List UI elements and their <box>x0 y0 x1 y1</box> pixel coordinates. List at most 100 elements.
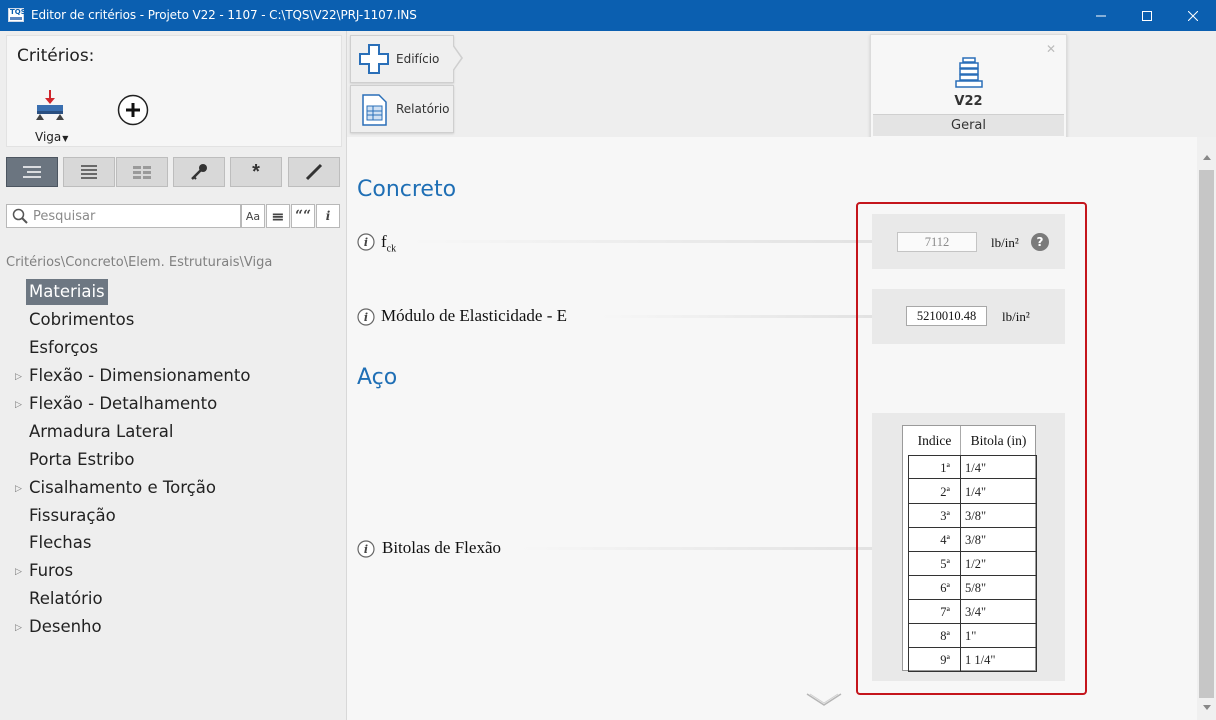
title-bar: Editor de critérios - Projeto V22 - 1107… <box>0 0 1216 31</box>
expand-arrow-icon[interactable]: ▷ <box>15 558 22 584</box>
help-icon[interactable]: ? <box>1031 233 1049 251</box>
ribbon-area <box>347 31 1216 137</box>
report-icon <box>362 94 387 126</box>
viga-dropdown-button[interactable]: Viga▼ <box>31 88 75 144</box>
expand-arrow-icon[interactable]: ▷ <box>15 363 22 389</box>
row-bitola[interactable]: 3/8" <box>965 528 986 552</box>
criteria-selector: Critérios: Viga▼ <box>6 35 342 147</box>
minimize-button[interactable] <box>1078 0 1124 31</box>
match-line-button[interactable]: ≡ <box>266 204 290 228</box>
row-bitola[interactable]: 5/8" <box>965 576 986 600</box>
row-bitola[interactable]: 1" <box>965 624 976 648</box>
row-bitola[interactable]: 3/8" <box>965 504 986 528</box>
maximize-icon <box>1142 10 1152 21</box>
chevron-down-icon: ▼ <box>62 134 69 143</box>
tree-item-cobrimentos[interactable]: Cobrimentos <box>29 307 134 333</box>
tree-item-cisalhamento-torcao[interactable]: Cisalhamento e Torção <box>29 475 216 501</box>
breadcrumb-arrow-fill <box>452 45 461 71</box>
tree-item-fissuracao[interactable]: Fissuração <box>29 503 116 529</box>
table-row[interactable]: 7ª 3/4" <box>908 600 1036 624</box>
row-bitola[interactable]: 1/4" <box>965 456 986 480</box>
align-view-button[interactable] <box>63 157 115 187</box>
row-bitola[interactable]: 1/2" <box>965 552 986 576</box>
modulo-unit: lb/in² <box>1002 309 1030 324</box>
expand-arrow-icon[interactable]: ▷ <box>15 475 22 501</box>
svg-text:i: i <box>364 543 368 556</box>
asterisk-button[interactable]: * <box>230 157 282 187</box>
row-bitola[interactable]: 1 1/4" <box>965 648 995 672</box>
row-bitola[interactable]: 3/4" <box>965 600 986 624</box>
info-search-button[interactable]: i <box>316 204 340 228</box>
add-icon <box>117 94 149 126</box>
tree-item-flexao-dimensionamento[interactable]: Flexão - Dimensionamento <box>29 363 250 389</box>
relatorio-button[interactable]: Relatório <box>350 85 454 133</box>
match-case-label: Aa <box>245 209 261 223</box>
info-icon[interactable]: i <box>357 308 375 326</box>
viga-label: Viga <box>35 130 62 144</box>
table-row[interactable]: 8ª 1" <box>908 624 1036 648</box>
tree-item-desenho[interactable]: Desenho <box>29 614 102 640</box>
table-left-border <box>908 455 909 672</box>
row-bitola[interactable]: 1/4" <box>965 480 986 504</box>
grid-view-icon <box>133 166 151 179</box>
scrollbar-thumb[interactable] <box>1199 170 1214 698</box>
scroll-more-chevron-icon[interactable] <box>806 692 842 708</box>
tree-item-flechas[interactable]: Flechas <box>29 530 91 556</box>
table-row[interactable]: 5ª 1/2" <box>908 552 1036 576</box>
table-row[interactable]: 3ª 3/8" <box>908 504 1036 528</box>
close-button[interactable] <box>1170 0 1216 31</box>
search-input[interactable] <box>33 207 238 225</box>
tree-item-porta-estribo[interactable]: Porta Estribo <box>29 447 135 473</box>
tree-item-flexao-detalhamento[interactable]: Flexão - Detalhamento <box>29 391 217 417</box>
fck-label: fck <box>381 232 396 254</box>
geral-tab[interactable]: Geral <box>873 114 1064 136</box>
info-icon[interactable]: i <box>357 233 375 251</box>
row-index: 3ª <box>908 504 961 528</box>
close-icon[interactable]: ✕ <box>1046 42 1056 56</box>
modulo-input[interactable]: 5210010.48 <box>906 306 987 326</box>
table-row[interactable]: 1ª 1/4" <box>908 455 1036 480</box>
project-name: V22 <box>954 94 983 109</box>
list-view-button[interactable] <box>6 157 58 187</box>
row-index: 6ª <box>908 576 961 600</box>
table-row[interactable]: 9ª 1 1/4" <box>908 648 1036 672</box>
fck-input[interactable]: 7112 <box>897 232 977 252</box>
info-search-label: i <box>325 209 331 223</box>
criteria-title: Critérios: <box>17 46 95 66</box>
match-line-label: ≡ <box>271 206 285 226</box>
align-view-icon <box>81 165 97 179</box>
edit-button[interactable] <box>288 157 340 187</box>
table-row[interactable]: 6ª 5/8" <box>908 576 1036 600</box>
add-criteria-button[interactable] <box>117 94 149 126</box>
info-icon[interactable]: i <box>357 540 375 558</box>
col-header-indice: Indice <box>917 433 952 448</box>
match-quote-button[interactable]: ““ <box>291 204 315 228</box>
maximize-button[interactable] <box>1124 0 1170 31</box>
relatorio-label: Relatório <box>396 102 450 116</box>
scroll-up-arrow-icon[interactable] <box>1203 155 1211 160</box>
table-row[interactable]: 4ª 3/8" <box>908 528 1036 552</box>
scroll-down-arrow-icon[interactable] <box>1203 705 1211 710</box>
match-case-button[interactable]: Aa <box>241 204 265 228</box>
asterisk-icon: * <box>252 161 260 183</box>
match-quote-label: ““ <box>294 208 312 224</box>
edificio-button[interactable]: Edifício <box>350 35 454 83</box>
grid-view-button[interactable] <box>116 157 168 187</box>
building-icon <box>955 57 983 88</box>
tree-item-relatorio[interactable]: Relatório <box>29 586 103 612</box>
row-index: 8ª <box>908 624 961 648</box>
tree-item-materiais[interactable]: Materiais <box>26 279 108 305</box>
tree-item-esforcos[interactable]: Esforços <box>29 335 98 361</box>
tree-item-furos[interactable]: Furos <box>29 558 73 584</box>
table-row[interactable]: 2ª 1/4" <box>908 480 1036 504</box>
project-card[interactable]: ✕ V22 Geral <box>870 34 1067 145</box>
aco-title: Aço <box>357 365 398 390</box>
building-plus-icon <box>359 44 389 74</box>
expand-arrow-icon[interactable]: ▷ <box>15 391 22 417</box>
bitolas-label: Bitolas de Flexão <box>382 538 501 557</box>
key-button[interactable] <box>173 157 225 187</box>
list-view-icon <box>23 166 41 178</box>
concreto-title: Concreto <box>357 177 457 202</box>
expand-arrow-icon[interactable]: ▷ <box>15 614 22 640</box>
tree-item-armadura-lateral[interactable]: Armadura Lateral <box>29 419 173 445</box>
